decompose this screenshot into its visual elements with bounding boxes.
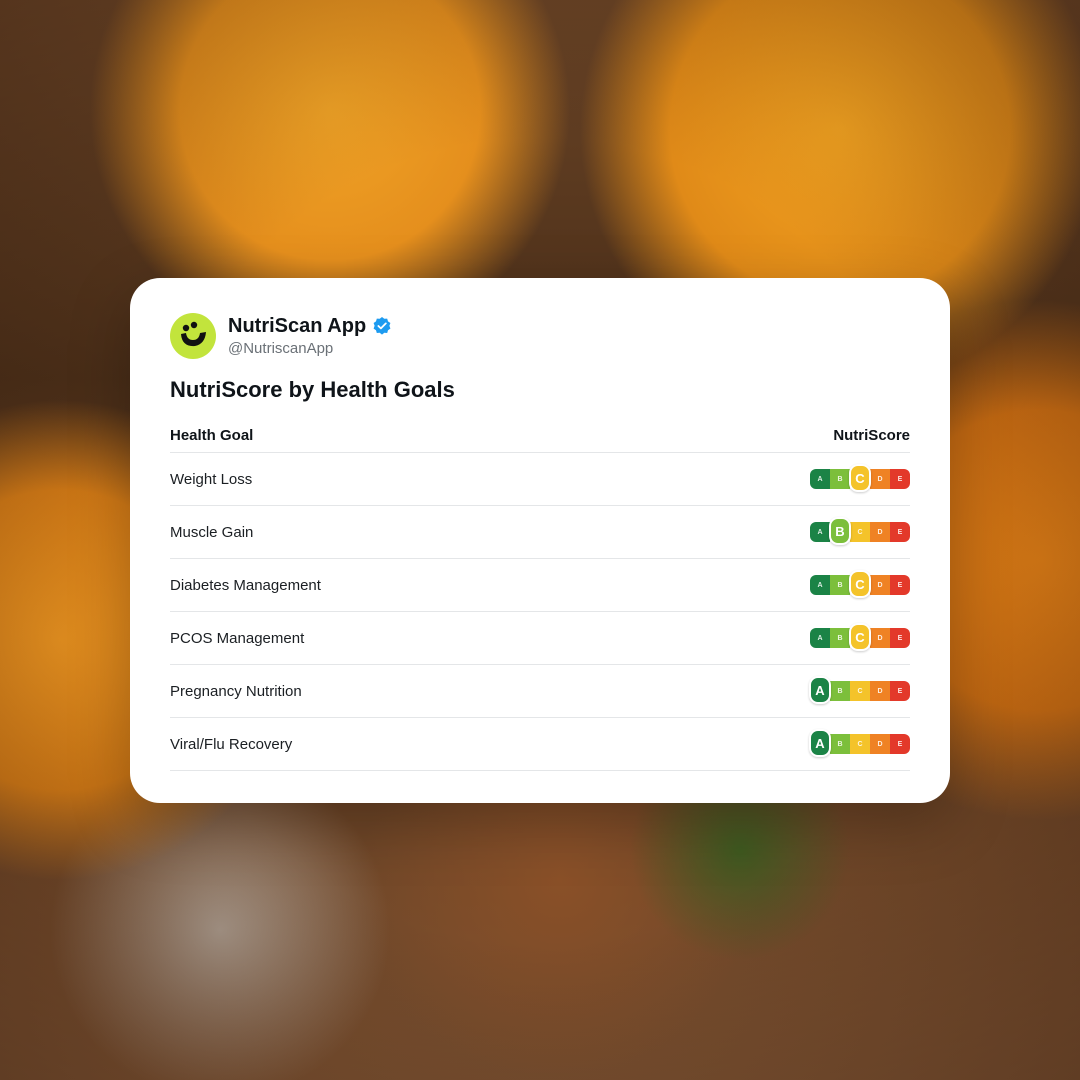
health-goal-label: Muscle Gain	[170, 523, 254, 541]
table-row: Diabetes Management ABCDEC	[170, 559, 910, 612]
nutriscan-logo-icon	[181, 321, 206, 347]
scale-segment-b: B	[830, 681, 850, 701]
nutriscore-badge: ABCDEB	[810, 517, 910, 546]
nutriscore-grade: A	[809, 676, 831, 704]
health-goal-label: Pregnancy Nutrition	[170, 682, 302, 700]
table-header: Health Goal NutriScore	[170, 418, 910, 453]
scale-segment-a: A	[810, 469, 830, 489]
scale-segment-b: B	[830, 734, 850, 754]
table-row: Viral/Flu RecoveryABCDEA	[170, 718, 910, 771]
scale-segment-a: A	[810, 522, 830, 542]
scale-segment-b: B	[830, 628, 850, 648]
scale-segment-a: A	[810, 628, 830, 648]
health-goal-label: Diabetes Management	[170, 576, 321, 594]
scale-segment-e: E	[890, 469, 910, 489]
handle[interactable]: @NutriscanApp	[228, 339, 392, 359]
scale-segment-d: D	[870, 522, 890, 542]
nutriscore-scale: ABCDE	[810, 522, 910, 542]
scale-segment-c: C	[850, 734, 870, 754]
nutriscore-grade: C	[849, 623, 871, 651]
scale-segment-c: C	[850, 522, 870, 542]
avatar[interactable]	[170, 313, 216, 359]
nutriscore-grade: C	[849, 464, 871, 492]
name-row: NutriScan App	[228, 314, 392, 338]
post-title: NutriScore by Health Goals	[170, 377, 455, 402]
health-goal-label: PCOS Management	[170, 629, 305, 647]
scale-segment-d: D	[870, 628, 890, 648]
post-header: NutriScan App @NutriscanApp	[170, 313, 392, 359]
scale-segment-e: E	[890, 734, 910, 754]
table-row: Muscle Gain ABCDEB	[170, 506, 910, 559]
scale-segment-e: E	[890, 628, 910, 648]
scale-segment-d: D	[870, 575, 890, 595]
nutriscore-badge: ABCDEC	[810, 570, 910, 599]
scale-segment-d: D	[870, 734, 890, 754]
nutriscore-badge: ABCDEA	[809, 676, 910, 705]
health-goal-label: Viral/Flu Recovery	[170, 735, 293, 753]
nutriscore-badge: ABCDEC	[810, 464, 910, 493]
scale-segment-e: E	[890, 575, 910, 595]
verified-badge-icon	[373, 316, 391, 335]
scale-segment-a: A	[810, 575, 830, 595]
header-nutriscore: NutriScore	[833, 426, 910, 444]
nutriscore-badge: ABCDEA	[809, 729, 910, 758]
nutriscore-grade: C	[849, 570, 871, 598]
nutriscore-badge: ABCDEC	[810, 623, 910, 652]
scale-segment-c: C	[850, 681, 870, 701]
table-row: PCOS Management ABCDEC	[170, 612, 910, 665]
scale-segment-b: B	[830, 469, 850, 489]
scale-segment-b: B	[830, 575, 850, 595]
scale-segment-d: D	[870, 469, 890, 489]
nutriscore-table: Health Goal NutriScore Weight LossABCDEC…	[170, 418, 910, 771]
nutriscore-grade: B	[829, 517, 851, 545]
scale-segment-e: E	[890, 522, 910, 542]
table-body: Weight LossABCDECMuscle GainABCDEBDiabet…	[170, 453, 910, 771]
profile-names: NutriScan App @NutriscanApp	[228, 314, 392, 359]
post-card: NutriScan App @NutriscanApp NutriScore b…	[130, 278, 950, 803]
table-row: Weight Loss ABCDEC	[170, 453, 910, 506]
scale-segment-e: E	[890, 681, 910, 701]
scale-segment-d: D	[870, 681, 890, 701]
nutriscore-grade: A	[809, 729, 831, 757]
table-row: Pregnancy NutritionABCDEA	[170, 665, 910, 718]
app-name[interactable]: NutriScan App	[228, 314, 366, 338]
health-goal-label: Weight Loss	[170, 470, 253, 488]
header-health-goal: Health Goal	[170, 426, 254, 444]
